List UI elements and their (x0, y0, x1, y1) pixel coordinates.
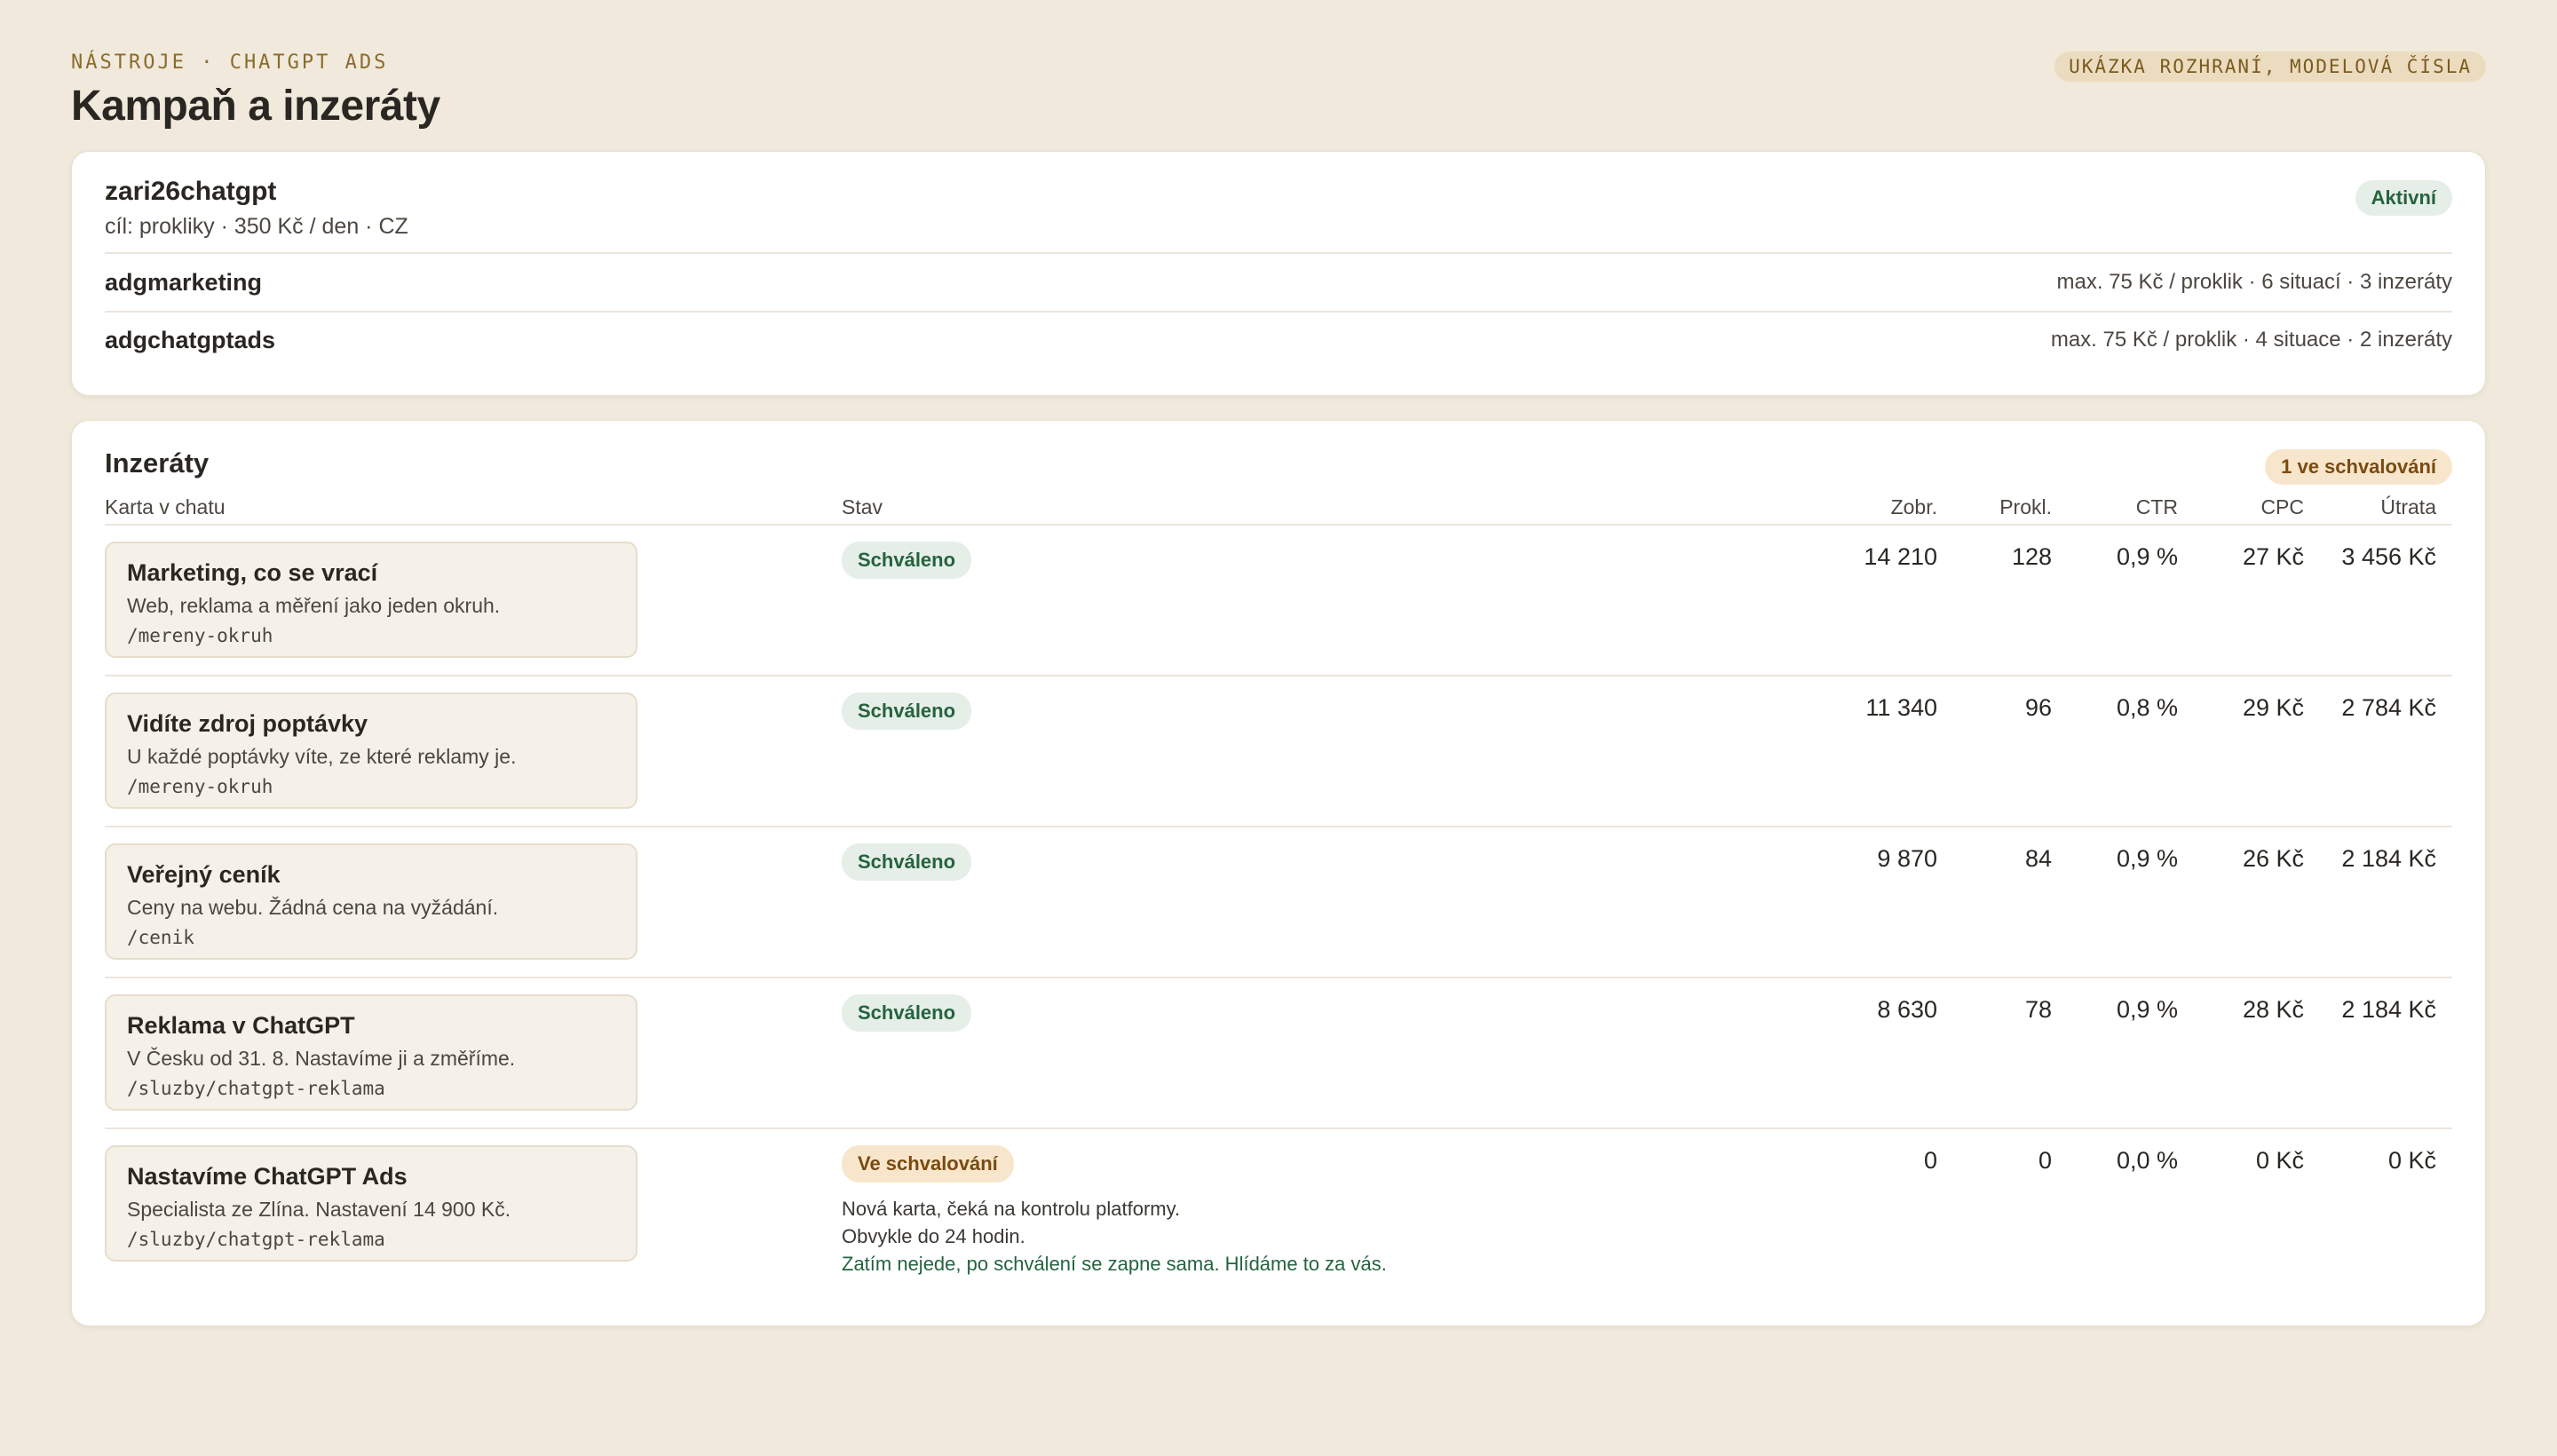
table-row[interactable]: Veřejný ceník Ceny na webu. Žádná cena n… (105, 827, 2452, 978)
spend-value: 2 184 Kč (2341, 845, 2436, 872)
column-header-spend[interactable]: Útrata (2380, 495, 2436, 519)
impressions-value: 14 210 (1864, 543, 1937, 570)
ad-description: Specialista ze Zlína. Nastavení 14 900 K… (127, 1198, 511, 1221)
status-cell: Ve schvalování Nová karta, čeká na kontr… (842, 1145, 1387, 1278)
ad-description: V Česku od 31. 8. Nastavíme ji a změříme… (127, 1047, 516, 1070)
spend-value: 2 784 Kč (2341, 694, 2436, 721)
clicks-value: 84 (2024, 845, 2052, 872)
adgroup-meta: max. 75 Kč / proklik · 4 situace · 2 inz… (2050, 328, 2452, 352)
column-header-impressions[interactable]: Zobr. (1891, 495, 1937, 519)
cpc-value: 28 Kč (2242, 996, 2304, 1023)
ctr-value: 0,9 % (2116, 996, 2178, 1023)
adgroup-row[interactable]: adgmarketing max. 75 Kč / proklik · 6 si… (105, 254, 2452, 311)
clicks-value: 0 (2038, 1147, 2052, 1174)
spend-value: 2 184 Kč (2341, 996, 2436, 1023)
status-badge: Schváleno (842, 542, 972, 579)
status-cell: Schváleno (842, 692, 972, 730)
status-note-line: Obvykle do 24 hodin. (842, 1225, 1025, 1247)
ad-url: /mereny-okruh (127, 776, 273, 797)
adgroup-row[interactable]: adgchatgptads max. 75 Kč / proklik · 4 s… (105, 311, 2452, 368)
status-badge: Schváleno (842, 994, 972, 1032)
ad-url: /cenik (127, 927, 194, 948)
status-cell: Schváleno (842, 994, 972, 1032)
page-title: Kampaň a inzeráty (71, 83, 440, 130)
ads-title: Inzeráty (105, 447, 210, 479)
pending-count-badge: 1 ve schvalování (2265, 449, 2452, 485)
ad-title: Veřejný ceník (127, 861, 281, 888)
status-note-line: Nová karta, čeká na kontrolu platformy. (842, 1198, 1181, 1220)
ad-description: Web, reklama a měření jako jeden okruh. (127, 594, 501, 617)
page: NÁSTROJE · CHATGPT ADS Kampaň a inzeráty… (0, 0, 2557, 1456)
column-header-card[interactable]: Karta v chatu (105, 495, 226, 519)
ad-preview-card[interactable]: Nastavíme ChatGPT Ads Specialista ze Zlí… (105, 1145, 637, 1262)
column-header-status[interactable]: Stav (842, 495, 883, 519)
column-header-clicks[interactable]: Prokl. (1999, 495, 2052, 519)
campaign-name: zari26chatgpt (105, 177, 277, 206)
spend-value: 3 456 Kč (2341, 543, 2436, 570)
cpc-value: 27 Kč (2242, 543, 2304, 570)
cpc-value: 0 Kč (2255, 1147, 2304, 1174)
ad-description: U každé poptávky víte, ze které reklamy … (127, 745, 517, 768)
cpc-value: 26 Kč (2242, 845, 2304, 872)
table-row[interactable]: Marketing, co se vrací Web, reklama a mě… (105, 526, 2452, 677)
ad-preview-card[interactable]: Vidíte zdroj poptávky U každé poptávky v… (105, 692, 637, 809)
table-row[interactable]: Reklama v ChatGPT V Česku od 31. 8. Nast… (105, 978, 2452, 1129)
table-header: Karta v chatu Stav Zobr. Prokl. CTR CPC … (105, 483, 2452, 526)
breadcrumb: NÁSTROJE · CHATGPT ADS (71, 51, 389, 74)
adgroup-name: adgmarketing (105, 268, 263, 296)
status-cell: Schváleno (842, 843, 972, 881)
status-badge: Ve schvalování (842, 1145, 1014, 1183)
adgroup-name: adgchatgptads (105, 326, 276, 353)
table-row[interactable]: Nastavíme ChatGPT Ads Specialista ze Zlí… (105, 1129, 2452, 1280)
column-header-ctr[interactable]: CTR (2136, 495, 2178, 519)
ad-title: Marketing, co se vrací (127, 559, 378, 586)
ad-url: /sluzby/chatgpt-reklama (127, 1078, 385, 1099)
ad-preview-card[interactable]: Veřejný ceník Ceny na webu. Žádná cena n… (105, 843, 637, 960)
ad-url: /sluzby/chatgpt-reklama (127, 1229, 385, 1250)
column-header-cpc[interactable]: CPC (2260, 495, 2304, 519)
impressions-value: 8 630 (1877, 996, 1937, 1023)
ctr-value: 0,8 % (2116, 694, 2178, 721)
cpc-value: 29 Kč (2242, 694, 2304, 721)
status-badge: Schváleno (842, 692, 972, 730)
campaign-meta: cíl: prokliky · 350 Kč / den · CZ (105, 214, 408, 239)
impressions-value: 9 870 (1877, 845, 1937, 872)
ctr-value: 0,9 % (2116, 543, 2178, 570)
table-row[interactable]: Vidíte zdroj poptávky U každé poptávky v… (105, 677, 2452, 827)
impressions-value: 11 340 (1865, 694, 1937, 721)
campaign-card: zari26chatgpt cíl: prokliky · 350 Kč / d… (71, 151, 2486, 396)
ad-title: Reklama v ChatGPT (127, 1012, 355, 1039)
clicks-value: 96 (2024, 694, 2052, 721)
status-badge: Schváleno (842, 843, 972, 881)
ad-title: Nastavíme ChatGPT Ads (127, 1163, 408, 1190)
adgroup-meta: max. 75 Kč / proklik · 6 situací · 3 inz… (2056, 270, 2453, 294)
status-cell: Schváleno (842, 542, 972, 579)
ad-preview-card[interactable]: Reklama v ChatGPT V Česku od 31. 8. Nast… (105, 994, 637, 1111)
campaign-status-badge: Aktivní (2355, 180, 2452, 216)
status-note: Nová karta, čeká na kontrolu platformy. … (842, 1195, 1387, 1278)
ad-title: Vidíte zdroj poptávky (127, 710, 368, 737)
clicks-value: 78 (2024, 996, 2052, 1023)
spend-value: 0 Kč (2387, 1147, 2436, 1174)
ad-description: Ceny na webu. Žádná cena na vyžádání. (127, 896, 499, 919)
ad-preview-card[interactable]: Marketing, co se vrací Web, reklama a mě… (105, 542, 637, 658)
ads-header: Inzeráty 1 ve schvalování (105, 421, 2452, 485)
ctr-value: 0,9 % (2116, 845, 2178, 872)
ctr-value: 0,0 % (2116, 1147, 2178, 1174)
impressions-value: 0 (1923, 1147, 1937, 1174)
campaign-header[interactable]: zari26chatgpt cíl: prokliky · 350 Kč / d… (105, 152, 2452, 254)
demo-notice-badge: UKÁZKA ROZHRANÍ, MODELOVÁ ČÍSLA (2054, 51, 2486, 82)
status-note-reassurance: Zatím nejede, po schválení se zapne sama… (842, 1253, 1387, 1275)
ads-card: Inzeráty 1 ve schvalování Karta v chatu … (71, 420, 2486, 1326)
clicks-value: 128 (2011, 543, 2052, 570)
ad-url: /mereny-okruh (127, 625, 273, 646)
